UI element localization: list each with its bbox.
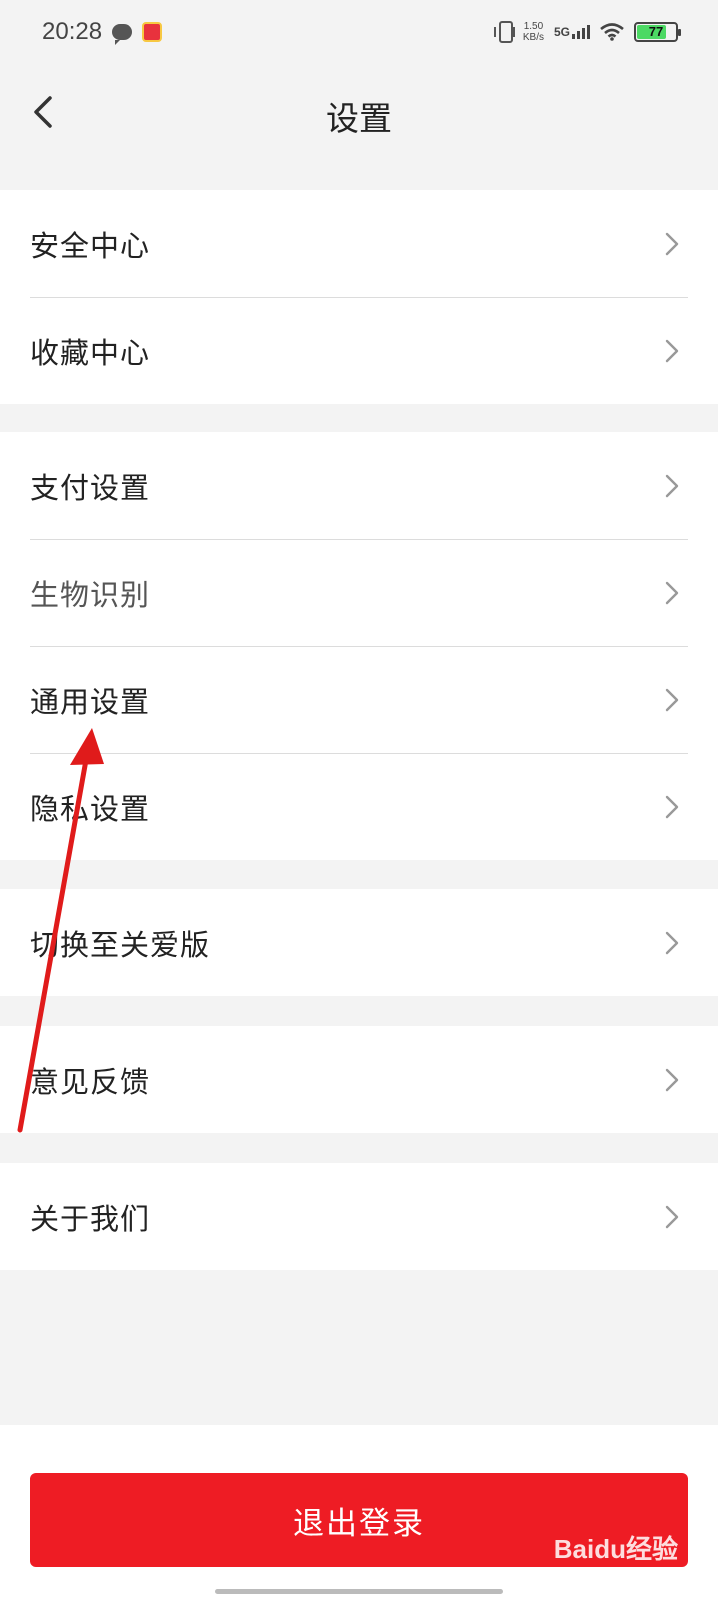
settings-item-label: 生物识别 [30, 577, 151, 612]
settings-item-label: 意见反馈 [30, 1064, 151, 1099]
settings-group-care-mode: 切换至关爱版 [0, 889, 718, 996]
logout-area: 退出登录 Baidu经验 jingyan.baidu.com [0, 1425, 718, 1600]
settings-item-label: 通用设置 [30, 684, 151, 719]
network-type: 5G [553, 25, 570, 39]
signal-bars-icon [572, 25, 590, 39]
wifi-icon [600, 23, 624, 41]
cellular-signal: 5G [554, 25, 590, 39]
settings-group-account: 安全中心 收藏中心 [0, 190, 718, 404]
settings-item-feedback[interactable]: 意见反馈 [0, 1026, 718, 1133]
settings-item-about-us[interactable]: 关于我们 [0, 1163, 718, 1270]
settings-item-label: 收藏中心 [30, 335, 151, 370]
status-left: 20:28 [42, 18, 163, 46]
chevron-right-icon [665, 1068, 679, 1092]
settings-item-label: 关于我们 [30, 1201, 151, 1236]
message-icon [112, 24, 133, 45]
settings-item-label: 支付设置 [30, 470, 151, 505]
chevron-right-icon [665, 688, 679, 712]
settings-item-label: 安全中心 [30, 228, 151, 263]
home-indicator[interactable] [215, 1589, 503, 1594]
baidu-jingyan-watermark: Baidu经验 jingyan.baidu.com [554, 1529, 678, 1578]
vibrate-icon [493, 21, 515, 43]
settings-item-switch-care-mode[interactable]: 切换至关爱版 [0, 889, 718, 996]
settings-item-general-settings[interactable]: 通用设置 [0, 646, 718, 753]
status-bar: 20:28 1.50 KB/s 5G 77 [0, 0, 718, 64]
settings-item-favorites-center[interactable]: 收藏中心 [0, 297, 718, 404]
speed-unit: KB/s [522, 32, 544, 43]
watermark-brand: Baidu经验 [553, 1534, 678, 1564]
settings-item-security-center[interactable]: 安全中心 [0, 190, 718, 297]
network-speed: 1.50 KB/s [523, 21, 544, 43]
settings-group-feedback: 意见反馈 [0, 1026, 718, 1133]
settings-item-biometrics[interactable]: 生物识别 [0, 539, 718, 646]
chevron-right-icon [665, 1205, 679, 1229]
page-title: 设置 [326, 99, 392, 138]
app-notification-icon [142, 22, 163, 42]
chevron-right-icon [665, 339, 679, 363]
chevron-right-icon [665, 474, 679, 498]
nav-bar: 设置 [0, 64, 718, 160]
speed-value: 1.50 [523, 21, 544, 32]
battery-level: 77 [648, 24, 664, 39]
settings-group-preferences: 支付设置 生物识别 通用设置 隐私设置 [0, 432, 718, 860]
settings-item-payment-settings[interactable]: 支付设置 [0, 432, 718, 539]
settings-group-about: 关于我们 [0, 1163, 718, 1270]
battery-icon: 77 [634, 22, 681, 42]
chevron-right-icon [665, 232, 679, 256]
status-right: 1.50 KB/s 5G 77 [493, 21, 681, 43]
settings-item-privacy-settings[interactable]: 隐私设置 [0, 753, 718, 860]
chevron-right-icon [665, 581, 679, 605]
settings-item-label: 隐私设置 [30, 791, 151, 826]
chevron-right-icon [665, 795, 679, 819]
status-time: 20:28 [42, 18, 103, 45]
settings-item-label: 切换至关爱版 [30, 927, 211, 962]
chevron-right-icon [665, 931, 679, 955]
watermark-url: jingyan.baidu.com [589, 1566, 678, 1578]
